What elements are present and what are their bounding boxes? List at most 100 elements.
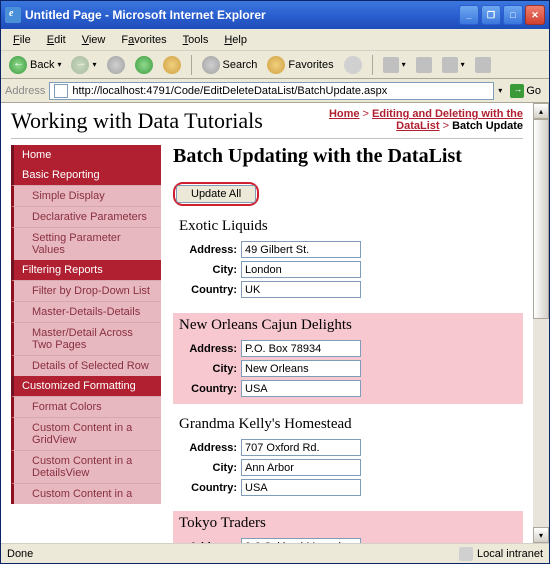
sidebar-item-custom-content-in-a[interactable]: Custom Content in a (11, 483, 161, 504)
breadcrumb-current: Batch Update (452, 120, 523, 132)
address-label: Address: (179, 442, 241, 454)
discuss-icon (475, 57, 491, 73)
restore-button[interactable]: ❐ (481, 5, 501, 25)
forward-button[interactable]: ▾ (67, 54, 100, 76)
menu-favorites[interactable]: Favorites (113, 32, 174, 48)
menu-help[interactable]: Help (216, 32, 255, 48)
zone-icon (459, 547, 473, 561)
sidebar-header-home[interactable]: Home (11, 145, 161, 165)
separator (191, 55, 192, 75)
menu-edit[interactable]: Edit (39, 32, 74, 48)
sidebar-item-filter-by-drop-down-list[interactable]: Filter by Drop-Down List (11, 280, 161, 301)
back-button[interactable]: Back ▾ (5, 54, 65, 76)
search-icon (202, 56, 220, 74)
history-icon (344, 56, 362, 74)
country-input[interactable] (241, 281, 361, 298)
country-input[interactable] (241, 380, 361, 397)
scroll-thumb[interactable] (533, 119, 549, 319)
city-input[interactable] (241, 459, 361, 476)
status-text: Done (7, 548, 33, 560)
search-button[interactable]: Search (198, 54, 262, 76)
address-label: Address: (179, 541, 241, 544)
address-input[interactable] (241, 241, 361, 258)
address-input[interactable] (241, 439, 361, 456)
breadcrumb: Home > Editing and Deleting with the Dat… (323, 108, 523, 132)
go-icon (510, 84, 524, 98)
sidebar-item-declarative-parameters[interactable]: Declarative Parameters (11, 206, 161, 227)
stop-button[interactable] (103, 54, 129, 76)
forward-icon (71, 56, 89, 74)
city-input[interactable] (241, 360, 361, 377)
address-label: Address (5, 85, 45, 97)
close-button[interactable]: ✕ (525, 5, 545, 25)
record-title: Grandma Kelly's Homestead (179, 416, 517, 433)
star-icon (267, 56, 285, 74)
ie-icon (5, 7, 21, 23)
refresh-button[interactable] (131, 54, 157, 76)
chevron-down-icon: ▾ (92, 60, 96, 69)
update-all-button[interactable]: Update All (176, 185, 256, 203)
edit-button[interactable]: ▾ (438, 55, 469, 75)
country-label: Country: (179, 482, 241, 494)
scroll-track[interactable] (533, 119, 549, 527)
minimize-button[interactable]: _ (459, 5, 479, 25)
record: Grandma Kelly's Homestead Address: City: Co… (173, 412, 523, 503)
city-input[interactable] (241, 261, 361, 278)
address-label: Address: (179, 244, 241, 256)
window-title: Untitled Page - Microsoft Internet Explo… (25, 8, 459, 22)
record-title: New Orleans Cajun Delights (179, 317, 517, 334)
maximize-button[interactable]: □ (503, 5, 523, 25)
sidebar-item-master-detail-across-two-pages[interactable]: Master/Detail Across Two Pages (11, 322, 161, 355)
address-input[interactable] (241, 340, 361, 357)
print-icon (416, 57, 432, 73)
back-icon (9, 56, 27, 74)
refresh-icon (135, 56, 153, 74)
city-label: City: (179, 363, 241, 375)
stop-icon (107, 56, 125, 74)
favorites-button[interactable]: Favorites (263, 54, 337, 76)
address-input[interactable] (241, 538, 361, 543)
addressbar: Address http://localhost:4791/Code/EditD… (1, 79, 549, 103)
country-input[interactable] (241, 479, 361, 496)
mail-icon (383, 57, 399, 73)
home-button[interactable] (159, 54, 185, 76)
sidebar-item-master-details-details[interactable]: Master-Details-Details (11, 301, 161, 322)
address-input[interactable]: http://localhost:4791/Code/EditDeleteDat… (49, 82, 494, 100)
country-label: Country: (179, 284, 241, 296)
city-label: City: (179, 264, 241, 276)
print-button[interactable] (412, 55, 436, 75)
breadcrumb-home[interactable]: Home (329, 108, 360, 120)
record: Tokyo TradersAddress:City:Country: (173, 511, 523, 543)
page-title: Working with Data Tutorials (11, 108, 263, 134)
vertical-scrollbar: ▴ ▾ (533, 103, 549, 543)
sidebar-item-custom-content-in-a-gridview[interactable]: Custom Content in a GridView (11, 417, 161, 450)
scroll-up-button[interactable]: ▴ (533, 103, 549, 119)
address-dropdown[interactable]: ▾ (498, 86, 502, 95)
sidebar-item-custom-content-in-a-detailsview[interactable]: Custom Content in a DetailsView (11, 450, 161, 483)
scroll-down-button[interactable]: ▾ (533, 527, 549, 543)
sidebar-item-setting-parameter-values[interactable]: Setting Parameter Values (11, 227, 161, 260)
update-all-highlight: Update All (173, 182, 259, 206)
sidebar: HomeBasic ReportingSimple DisplayDeclara… (11, 145, 161, 543)
menu-file[interactable]: File (5, 32, 39, 48)
record: New Orleans Cajun Delights Address: City: C… (173, 313, 523, 404)
menubar: File Edit View Favorites Tools Help (1, 29, 549, 51)
sidebar-item-details-of-selected-row[interactable]: Details of Selected Row (11, 355, 161, 376)
sidebar-header-filtering-reports[interactable]: Filtering Reports (11, 260, 161, 280)
mail-button[interactable]: ▾ (379, 55, 410, 75)
edit-icon (442, 57, 458, 73)
sidebar-item-format-colors[interactable]: Format Colors (11, 396, 161, 417)
record-title: Exotic Liquids (179, 218, 517, 235)
history-button[interactable] (340, 54, 366, 76)
go-button[interactable]: Go (506, 82, 545, 100)
city-label: City: (179, 462, 241, 474)
address-label: Address: (179, 343, 241, 355)
menu-tools[interactable]: Tools (175, 32, 217, 48)
menu-view[interactable]: View (74, 32, 114, 48)
sidebar-item-simple-display[interactable]: Simple Display (11, 185, 161, 206)
sidebar-header-customized-formatting[interactable]: Customized Formatting (11, 376, 161, 396)
page-icon (54, 84, 68, 98)
discuss-button[interactable] (471, 55, 495, 75)
sidebar-header-basic-reporting[interactable]: Basic Reporting (11, 165, 161, 185)
country-label: Country: (179, 383, 241, 395)
